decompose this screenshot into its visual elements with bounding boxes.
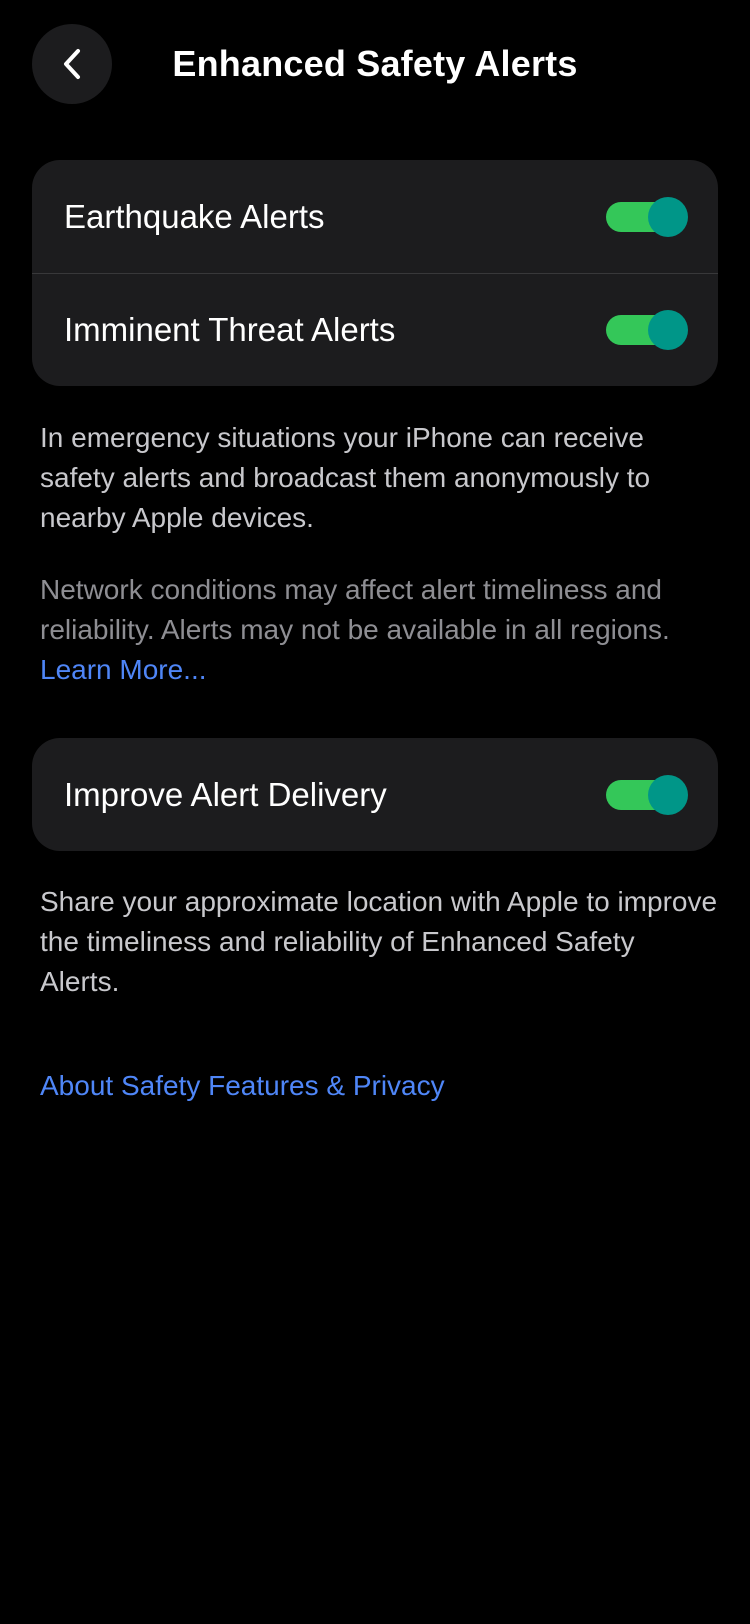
navigation-header: Enhanced Safety Alerts [0, 0, 750, 128]
improve-alert-delivery-label: Improve Alert Delivery [64, 775, 387, 813]
delivery-description: Share your approximate location with App… [40, 886, 718, 997]
disclaimer-text: Network conditions may affect alert time… [40, 574, 670, 645]
learn-more-link[interactable]: Learn More... [40, 654, 207, 685]
earthquake-alerts-row[interactable]: Earthquake Alerts [32, 160, 718, 273]
toggle-knob [648, 310, 688, 350]
earthquake-alerts-label: Earthquake Alerts [64, 197, 325, 235]
improve-alert-delivery-row[interactable]: Improve Alert Delivery [32, 738, 718, 851]
alerts-disclaimer: Network conditions may affect alert time… [40, 570, 720, 690]
alerts-description: In emergency situations your iPhone can … [40, 422, 651, 533]
earthquake-alerts-toggle[interactable] [606, 196, 688, 237]
about-safety-privacy-link[interactable]: About Safety Features & Privacy [40, 1066, 445, 1106]
imminent-threat-alerts-row[interactable]: Imminent Threat Alerts [32, 273, 718, 386]
improve-alert-delivery-toggle[interactable] [606, 774, 688, 815]
imminent-threat-alerts-label: Imminent Threat Alerts [64, 311, 396, 348]
delivery-settings-group: Improve Alert Delivery [32, 738, 718, 851]
imminent-threat-alerts-toggle[interactable] [606, 310, 688, 350]
toggle-knob [648, 196, 688, 237]
alerts-settings-group: Earthquake Alerts Imminent Threat Alerts [32, 160, 718, 386]
page-title: Enhanced Safety Alerts [172, 43, 578, 84]
toggle-knob [648, 774, 688, 815]
